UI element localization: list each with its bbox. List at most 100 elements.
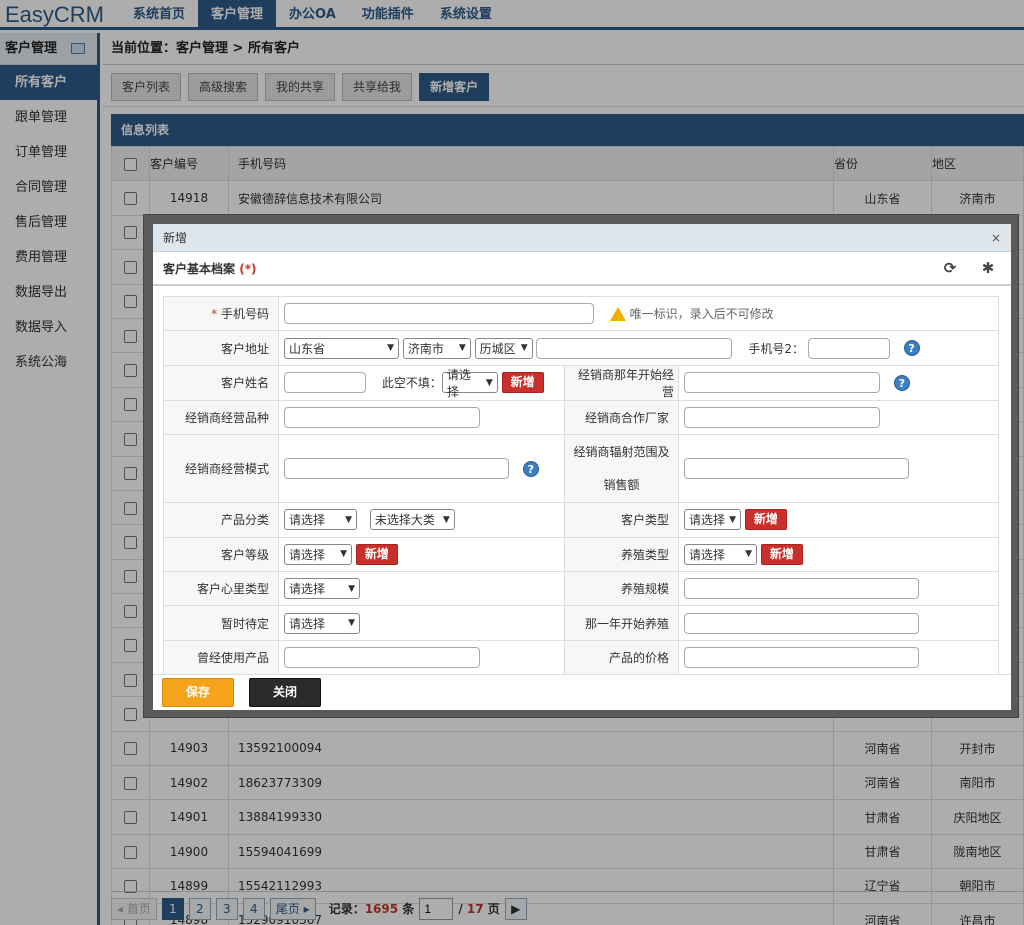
dealer-mode-label-cell: 经销商经营模式 [163,434,279,504]
dialog-title: 新增 [163,231,188,245]
city-select[interactable]: 济南市 ▼ [402,337,471,359]
address-cell: 山东省 ▼ 济南市 ▼ 历城区 ▼ 手机号2： ? [278,330,999,366]
product-subcat-select[interactable]: 未选择大类 ▼ [369,509,455,531]
dialog-subtitle: 客户基本档案 [163,262,236,276]
dealer-range-label-1: 经销商辐射范围及 [573,444,670,459]
product-price-input[interactable] [684,646,919,668]
product-price-label-cell: 产品的价格 [564,639,679,674]
add-customer-type-button[interactable]: 新增 [744,509,787,531]
refresh-icon[interactable]: ⟳ [943,261,957,276]
dealer-range-label-cell: 经销商辐射范围及 销售额 [564,434,679,504]
add-nofill-button[interactable]: 新增 [501,372,544,394]
phone-label: 手机号码 [220,307,269,322]
add-customer-level-button[interactable]: 新增 [355,543,398,565]
dealer-year-input[interactable] [684,372,880,394]
close-icon[interactable]: × [991,224,1001,252]
farm-scale-cell [678,570,999,607]
farm-scale-label: 养殖规模 [620,582,669,597]
dialog-subtitle-bar: 客户基本档案 (*) ⟳ ✱ [153,252,1011,286]
product-price-cell [678,639,999,674]
chevron-down-icon: ▼ [458,343,466,354]
gear-icon[interactable]: ✱ [981,261,995,276]
mind-type-label-cell: 客户心里类型 [163,570,279,607]
farm-year-input[interactable] [684,612,919,634]
dealer-partner-input[interactable] [684,406,880,428]
dealer-variety-label: 经销商经营品种 [184,410,269,425]
chevron-down-icon: ▼ [442,514,450,525]
used-product-label-cell: 曾经使用产品 [163,639,279,674]
customer-level-label-cell: 客户等级 [163,536,279,572]
add-farm-type-button[interactable]: 新增 [760,543,803,565]
chevron-down-icon: ▼ [520,343,528,354]
farm-year-label: 那一年开始养殖 [584,616,669,631]
province-select[interactable]: 山东省 ▼ [284,337,399,359]
pending-cell: 请选择 ▼ [278,605,565,641]
pending-select[interactable]: 请选择 ▼ [284,612,360,634]
dealer-range-input[interactable] [684,458,909,480]
phone2-input[interactable] [807,337,890,359]
city-value: 济南市 [407,341,444,356]
close-button[interactable]: 关闭 [249,678,321,707]
dealer-range-cell [678,434,999,504]
required-marker: (*) [239,262,257,276]
address-label-cell: 客户地址 [163,330,279,366]
mind-type-cell: 请选择 ▼ [278,570,565,607]
dealer-mode-label: 经销商经营模式 [184,462,269,477]
product-cat-label: 产品分类 [220,513,269,528]
warning-icon [609,306,626,321]
mind-type-select[interactable]: 请选择 ▼ [284,578,360,600]
farm-scale-input[interactable] [684,578,919,600]
dealer-year-cell: ? [678,364,999,401]
dialog-body: 新增 × 客户基本档案 (*) ⟳ ✱ * 手机号码 唯一标识，录入后不可修改 [153,224,1011,710]
dealer-variety-input[interactable] [284,406,480,428]
name-label-cell: 客户姓名 [163,364,279,401]
chevron-down-icon: ▼ [485,377,493,388]
name-input[interactable] [284,372,366,394]
dealer-variety-label-cell: 经销商经营品种 [163,399,279,436]
province-value: 山东省 [289,341,326,356]
farm-year-label-cell: 那一年开始养殖 [564,605,679,641]
address-label: 客户地址 [220,341,269,356]
mind-type-label: 客户心里类型 [196,582,269,597]
pending-label: 暂时待定 [220,616,269,631]
dealer-year-label-cell: 经销商那年开始经营 [564,364,679,401]
nofill-value: 请选择 [446,367,471,399]
phone-cell: 唯一标识，录入后不可修改 [278,296,999,332]
customer-type-label-cell: 客户类型 [564,502,679,538]
district-select[interactable]: 历城区 ▼ [474,337,533,359]
dealer-year-label: 经销商那年开始经营 [577,367,674,399]
used-product-input[interactable] [284,646,480,668]
name-label: 客户姓名 [220,376,269,391]
farm-type-value: 请选择 [689,547,726,562]
help-icon[interactable]: ? [903,340,920,357]
customer-type-label: 客户类型 [620,513,669,528]
name-cell: 此空不填： 请选择 ▼ 新增 [278,364,565,401]
nofill-label: 此空不填： [381,376,442,391]
dealer-mode-input[interactable] [284,458,509,480]
pending-label-cell: 暂时待定 [163,605,279,641]
help-icon[interactable]: ? [893,374,910,391]
chevron-down-icon: ▼ [345,514,352,525]
dealer-partner-cell [678,399,999,436]
phone-label-cell: * 手机号码 [163,296,279,332]
dealer-partner-label: 经销商合作厂家 [584,410,669,425]
add-customer-dialog: 新增 × 客户基本档案 (*) ⟳ ✱ * 手机号码 唯一标识，录入后不可修改 [143,214,1019,718]
farm-type-cell: 请选择 ▼ 新增 [678,536,999,572]
nofill-select[interactable]: 请选择 ▼ [441,368,498,399]
customer-level-select[interactable]: 请选择 ▼ [284,543,352,565]
customer-type-select[interactable]: 请选择 ▼ [684,509,741,531]
farm-scale-label-cell: 养殖规模 [564,570,679,607]
farm-type-select[interactable]: 请选择 ▼ [684,543,757,565]
customer-level-value: 请选择 [289,547,326,562]
phone-input[interactable] [284,303,594,325]
product-cat-cell: 请选择 ▼ 未选择大类 ▼ [278,502,565,538]
save-button[interactable]: 保存 [162,678,234,707]
farm-year-cell [678,605,999,641]
dialog-title-bar: 新增 × [153,224,1011,252]
help-icon[interactable]: ? [522,460,539,477]
chevron-down-icon: ▼ [348,618,355,629]
product-cat-select[interactable]: 请选择 ▼ [284,509,357,531]
phone-hint: 唯一标识，录入后不可修改 [629,307,774,322]
customer-type-value: 请选择 [689,513,726,528]
address-input[interactable] [536,337,733,359]
